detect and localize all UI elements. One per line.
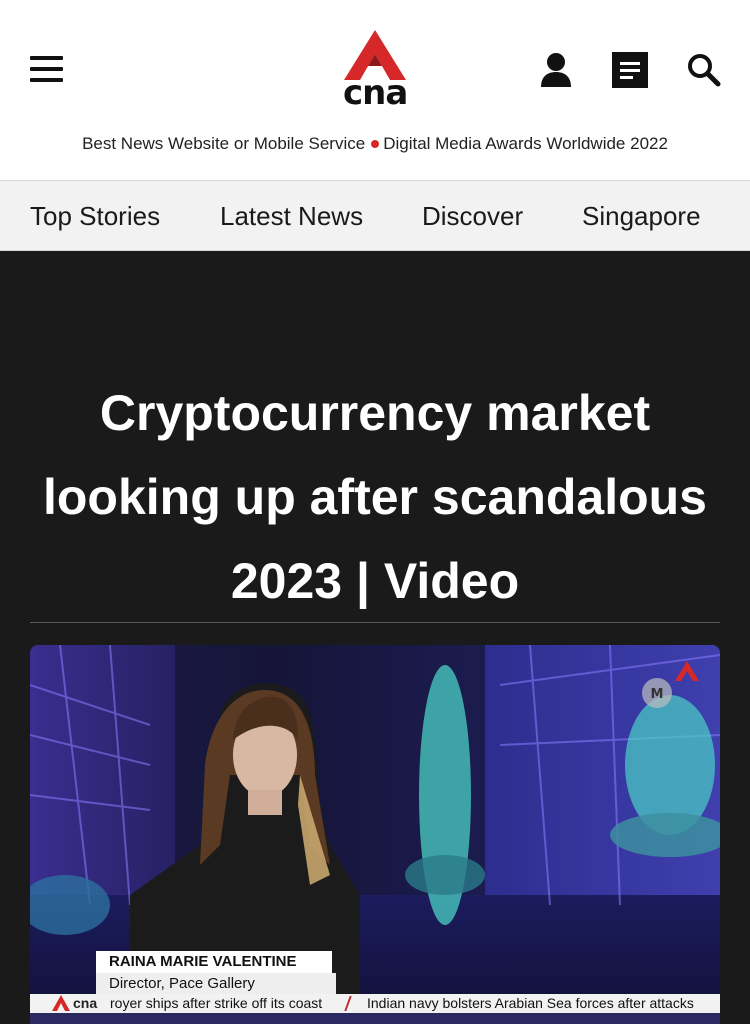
- cna-logo[interactable]: cna: [340, 28, 410, 112]
- section-nav: Top Stories Latest News Discover Singapo…: [0, 180, 750, 251]
- article-list-icon[interactable]: [612, 52, 648, 88]
- lower-third-caption: RAINA MARIE VALENTINE Director, Pace Gal…: [96, 951, 336, 997]
- nav-item-top-stories[interactable]: Top Stories: [30, 201, 160, 231]
- title-divider: [30, 622, 720, 623]
- award-banner: Best News Website or Mobile Service Digit…: [0, 133, 750, 155]
- news-ticker: cna royer ships after strike off its coa…: [30, 994, 720, 1013]
- video-player[interactable]: M RAINA MARIE VALENTINE Director, Pace G…: [30, 645, 720, 1024]
- hamburger-menu-icon[interactable]: [30, 56, 63, 83]
- article-title: Cryptocurrency market looking up after s…: [43, 385, 707, 609]
- nav-item-singapore[interactable]: Singapore: [582, 201, 701, 231]
- speaker-role: Director, Pace Gallery: [96, 973, 336, 995]
- red-dot-icon: [371, 139, 380, 148]
- ticker-headline-2: Indian navy bolsters Arabian Sea forces …: [367, 995, 694, 1011]
- logo-text: cna: [343, 73, 408, 113]
- article-main: Cryptocurrency market looking up after s…: [0, 251, 750, 1024]
- nav-item-latest-news[interactable]: Latest News: [220, 201, 363, 231]
- award-right-text: Digital Media Awards Worldwide 2022: [383, 134, 668, 153]
- ticker-logo: cna: [50, 994, 106, 1013]
- speaker-name: RAINA MARIE VALENTINE: [96, 951, 332, 973]
- ticker-bottom-bar: [30, 1013, 720, 1024]
- ticker-cna-mark-icon: [52, 995, 70, 1011]
- site-header: cna Best News Website or Mobile Service D…: [0, 0, 750, 180]
- nav-item-discover[interactable]: Discover: [422, 201, 523, 231]
- ticker-headline-1: royer ships after strike off its coast: [110, 995, 323, 1011]
- search-icon[interactable]: [687, 53, 721, 87]
- svg-text:M: M: [651, 687, 664, 702]
- user-account-icon[interactable]: [540, 52, 572, 88]
- award-left-text: Best News Website or Mobile Service: [82, 134, 366, 153]
- ticker-separator: [344, 996, 352, 1011]
